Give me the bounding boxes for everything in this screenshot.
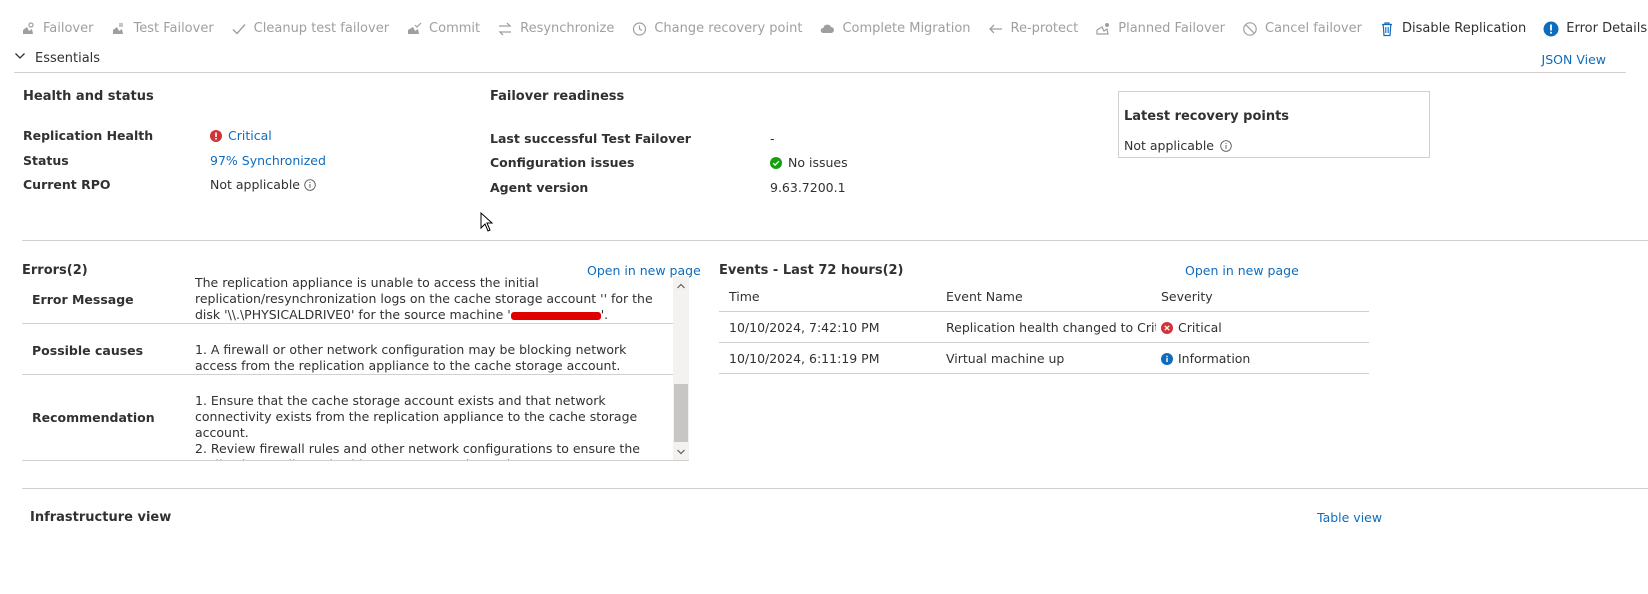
- last-test-failover-value: -: [770, 131, 775, 146]
- replication-health-label: Replication Health: [23, 128, 154, 143]
- json-view-link[interactable]: JSON View: [1542, 52, 1606, 67]
- table-view-link[interactable]: Table view: [1317, 510, 1382, 525]
- possible-causes-text: 1. A firewall or other network configura…: [195, 342, 627, 373]
- failover-button[interactable]: Failover: [20, 21, 93, 37]
- errors-panel: Error Message The replication appliance …: [22, 276, 689, 461]
- chevron-down-icon: [14, 50, 26, 66]
- redacted-machine-name: [510, 311, 601, 320]
- events-open-new-page-link[interactable]: Open in new page: [1185, 263, 1299, 278]
- success-check-icon: [770, 156, 782, 169]
- latest-recovery-points-card: Latest recovery points Not applicable: [1118, 91, 1430, 158]
- error-details-icon: [1543, 21, 1559, 37]
- cloud-icon: [819, 21, 835, 37]
- failover-icon: [20, 21, 36, 37]
- resync-icon: [497, 21, 513, 37]
- cancel-failover-button[interactable]: Cancel failover: [1242, 21, 1362, 37]
- events-table-header: Time Event Name Severity: [719, 283, 1369, 312]
- health-status-title: Health and status: [23, 89, 154, 104]
- column-header-event-name[interactable]: Event Name: [946, 289, 1023, 304]
- test-failover-icon: [110, 21, 126, 37]
- replication-health-value: Critical: [210, 128, 272, 143]
- column-header-severity[interactable]: Severity: [1161, 289, 1213, 304]
- infrastructure-view-title: Infrastructure view: [30, 510, 172, 525]
- cancel-icon: [1242, 21, 1258, 37]
- commit-icon: [406, 21, 422, 37]
- error-circle-icon: [210, 129, 222, 142]
- error-details-button[interactable]: Error Details: [1543, 21, 1647, 37]
- error-circle-icon: [1161, 321, 1173, 334]
- latest-recovery-points-title: Latest recovery points: [1124, 109, 1290, 124]
- failover-readiness-title: Failover readiness: [490, 89, 625, 104]
- errors-scrollbar[interactable]: [673, 276, 689, 460]
- event-severity: Critical: [1161, 320, 1222, 335]
- status-label: Status: [23, 153, 69, 168]
- event-name: Virtual machine up: [946, 351, 1065, 366]
- recommendation-row: Recommendation 1. Ensure that the cache …: [22, 375, 673, 460]
- recommendation-label: Recommendation: [32, 410, 155, 425]
- complete-migration-button[interactable]: Complete Migration: [819, 21, 971, 37]
- last-test-failover-label: Last successful Test Failover: [490, 131, 691, 146]
- event-name: Replication health changed to Critic...: [946, 320, 1156, 335]
- column-header-time[interactable]: Time: [729, 289, 760, 304]
- checkmark-icon: [231, 21, 247, 37]
- scroll-down-icon[interactable]: [673, 444, 689, 460]
- configuration-issues-label: Configuration issues: [490, 155, 635, 170]
- change-recovery-point-button[interactable]: Change recovery point: [631, 21, 802, 37]
- recommendation-text: 1. Ensure that the cache storage account…: [195, 393, 640, 460]
- event-time: 10/10/2024, 6:11:19 PM: [729, 351, 880, 366]
- planned-failover-icon: [1095, 21, 1111, 37]
- possible-causes-label: Possible causes: [32, 343, 144, 358]
- re-protect-button[interactable]: Re-protect: [988, 21, 1078, 37]
- planned-failover-button[interactable]: Planned Failover: [1095, 21, 1225, 37]
- agent-version-value: 9.63.7200.1: [770, 180, 846, 195]
- info-icon: [1161, 352, 1173, 365]
- resynchronize-button[interactable]: Resynchronize: [497, 21, 614, 37]
- latest-recovery-points-value: Not applicable: [1124, 138, 1232, 153]
- trash-icon: [1379, 21, 1395, 37]
- event-time: 10/10/2024, 7:42:10 PM: [729, 320, 880, 335]
- possible-causes-row: Possible causes 1. A firewall or other n…: [22, 324, 673, 375]
- info-icon[interactable]: [1220, 139, 1232, 152]
- configuration-issues-value: No issues: [770, 155, 848, 170]
- table-row[interactable]: 10/10/2024, 6:11:19 PM Virtual machine u…: [719, 343, 1369, 374]
- commit-button[interactable]: Commit: [406, 21, 480, 37]
- status-link[interactable]: 97% Synchronized: [210, 153, 326, 168]
- event-severity: Information: [1161, 351, 1250, 366]
- arrow-left-icon: [988, 21, 1004, 37]
- essentials-header[interactable]: Essentials JSON View: [14, 48, 1626, 73]
- command-bar: Failover Test Failover Cleanup test fail…: [20, 18, 1648, 40]
- error-message-row: Error Message The replication appliance …: [22, 276, 673, 324]
- scroll-up-icon[interactable]: [673, 278, 689, 294]
- divider: [22, 240, 1648, 241]
- error-message-label: Error Message: [32, 292, 134, 307]
- current-rpo-label: Current RPO: [23, 177, 111, 192]
- test-failover-button[interactable]: Test Failover: [110, 21, 214, 37]
- replication-health-link[interactable]: Critical: [228, 128, 272, 143]
- divider: [22, 488, 1648, 489]
- scroll-thumb[interactable]: [674, 384, 688, 442]
- current-rpo-value: Not applicable: [210, 177, 316, 192]
- cleanup-test-failover-button[interactable]: Cleanup test failover: [231, 21, 389, 37]
- table-row[interactable]: 10/10/2024, 7:42:10 PM Replication healt…: [719, 312, 1369, 343]
- agent-version-label: Agent version: [490, 180, 589, 195]
- events-title: Events - Last 72 hours(2): [719, 263, 904, 278]
- info-icon[interactable]: [304, 178, 316, 191]
- mouse-cursor-icon: [480, 211, 494, 236]
- error-message-text: The replication appliance is unable to a…: [195, 276, 653, 322]
- history-icon: [631, 21, 647, 37]
- status-value: 97% Synchronized: [210, 153, 326, 168]
- disable-replication-button[interactable]: Disable Replication: [1379, 21, 1526, 37]
- essentials-label: Essentials: [35, 51, 101, 66]
